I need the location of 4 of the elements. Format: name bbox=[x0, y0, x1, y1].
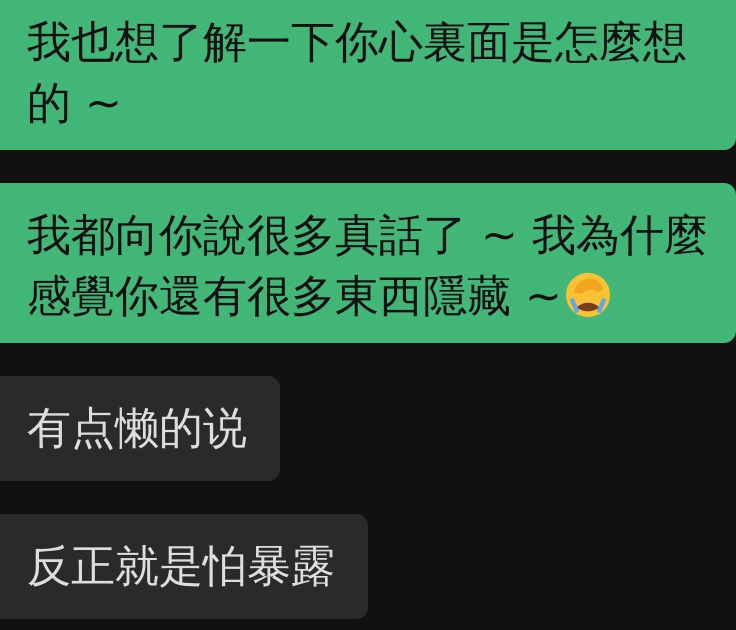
message-text: 我也想了解一下你心裏面是怎麼想的 ~ bbox=[27, 17, 687, 129]
message-text: 我都向你說很多真話了 ~ 我為什麼感覺你還有很多東西隱藏 ~ bbox=[27, 210, 708, 322]
message-text: 有点懒的说 bbox=[27, 403, 247, 454]
message-text: 反正就是怕暴露 bbox=[27, 541, 335, 592]
